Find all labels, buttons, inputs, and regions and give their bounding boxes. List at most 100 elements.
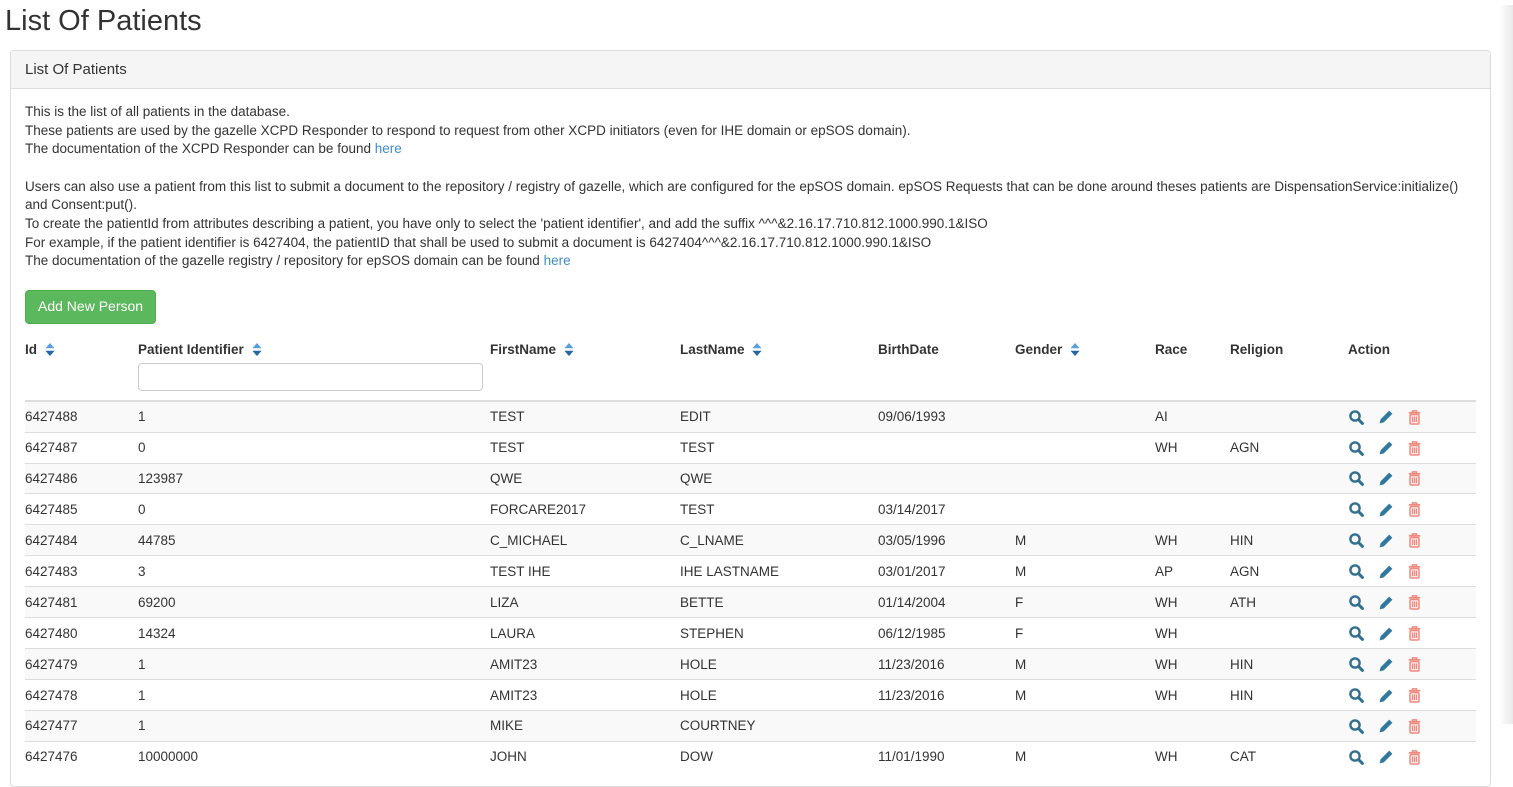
delete-patient-button[interactable] bbox=[1407, 718, 1422, 735]
table-row: 6427480 14324 LAURA STEPHEN 06/12/1985 F… bbox=[25, 618, 1476, 649]
cell-action bbox=[1348, 525, 1476, 556]
view-patient-button[interactable] bbox=[1348, 532, 1365, 549]
delete-patient-button[interactable] bbox=[1407, 656, 1422, 673]
cell-id: 6427485 bbox=[25, 494, 138, 525]
intro-line: Users can also use a patient from this l… bbox=[25, 179, 1458, 213]
patient-identifier-filter-input[interactable] bbox=[138, 363, 483, 391]
trash-icon bbox=[1407, 625, 1422, 642]
column-header-patient-identifier[interactable]: Patient Identifier bbox=[138, 338, 490, 361]
cell-patient-identifier: 69200 bbox=[138, 587, 490, 618]
delete-patient-button[interactable] bbox=[1407, 625, 1422, 642]
magnifier-icon bbox=[1348, 409, 1365, 426]
cell-gender bbox=[1015, 401, 1155, 432]
delete-patient-button[interactable] bbox=[1407, 501, 1422, 518]
cell-gender: F bbox=[1015, 587, 1155, 618]
cell-race: AP bbox=[1155, 556, 1230, 587]
cell-gender: M bbox=[1015, 556, 1155, 587]
cell-id: 6427480 bbox=[25, 618, 138, 649]
delete-patient-button[interactable] bbox=[1407, 409, 1422, 426]
view-patient-button[interactable] bbox=[1348, 656, 1365, 673]
cell-first-name: AMIT23 bbox=[490, 680, 680, 711]
cell-patient-identifier: 44785 bbox=[138, 525, 490, 556]
edit-patient-button[interactable] bbox=[1378, 688, 1394, 704]
view-patient-button[interactable] bbox=[1348, 749, 1365, 766]
magnifier-icon bbox=[1348, 501, 1365, 518]
edit-patient-button[interactable] bbox=[1378, 718, 1394, 734]
delete-patient-button[interactable] bbox=[1407, 687, 1422, 704]
magnifier-icon bbox=[1348, 656, 1365, 673]
pencil-icon bbox=[1378, 688, 1394, 704]
table-row: 6427479 1 AMIT23 HOLE 11/23/2016 M WH HI… bbox=[25, 649, 1476, 680]
cell-id: 6427488 bbox=[25, 401, 138, 432]
cell-first-name: C_MICHAEL bbox=[490, 525, 680, 556]
trash-icon bbox=[1407, 470, 1422, 487]
view-patient-button[interactable] bbox=[1348, 470, 1365, 487]
cell-race: WH bbox=[1155, 680, 1230, 711]
edit-patient-button[interactable] bbox=[1378, 657, 1394, 673]
cell-gender: M bbox=[1015, 649, 1155, 680]
edit-patient-button[interactable] bbox=[1378, 471, 1394, 487]
xcpd-doc-link[interactable]: here bbox=[375, 141, 402, 156]
cell-action bbox=[1348, 649, 1476, 680]
view-patient-button[interactable] bbox=[1348, 563, 1365, 580]
delete-patient-button[interactable] bbox=[1407, 440, 1422, 457]
cell-gender: F bbox=[1015, 618, 1155, 649]
column-header-firstname[interactable]: FirstName bbox=[490, 338, 680, 361]
cell-religion bbox=[1230, 494, 1348, 525]
view-patient-button[interactable] bbox=[1348, 409, 1365, 426]
edit-patient-button[interactable] bbox=[1378, 564, 1394, 580]
pencil-icon bbox=[1378, 440, 1394, 456]
cell-patient-identifier: 14324 bbox=[138, 618, 490, 649]
trash-icon bbox=[1407, 656, 1422, 673]
delete-patient-button[interactable] bbox=[1407, 594, 1422, 611]
column-header-lastname[interactable]: LastName bbox=[680, 338, 878, 361]
view-patient-button[interactable] bbox=[1348, 440, 1365, 457]
column-header-id[interactable]: Id bbox=[25, 338, 138, 361]
cell-patient-identifier: 3 bbox=[138, 556, 490, 587]
cell-birth-date: 11/23/2016 bbox=[878, 649, 1015, 680]
edit-patient-button[interactable] bbox=[1378, 440, 1394, 456]
cell-id: 6427476 bbox=[25, 741, 138, 771]
delete-patient-button[interactable] bbox=[1407, 470, 1422, 487]
add-new-person-button[interactable]: Add New Person bbox=[25, 290, 156, 324]
cell-birth-date: 03/14/2017 bbox=[878, 494, 1015, 525]
delete-patient-button[interactable] bbox=[1407, 532, 1422, 549]
cell-race bbox=[1155, 711, 1230, 742]
column-header-gender[interactable]: Gender bbox=[1015, 338, 1155, 361]
edit-patient-button[interactable] bbox=[1378, 409, 1394, 425]
table-row: 6427476 10000000 JOHN DOW 11/01/1990 M W… bbox=[25, 741, 1476, 771]
cell-race: WH bbox=[1155, 618, 1230, 649]
intro-line: To create the patientId from attributes … bbox=[25, 216, 988, 231]
cell-last-name: QWE bbox=[680, 463, 878, 494]
magnifier-icon bbox=[1348, 718, 1365, 735]
edit-patient-button[interactable] bbox=[1378, 533, 1394, 549]
view-patient-button[interactable] bbox=[1348, 718, 1365, 735]
edit-patient-button[interactable] bbox=[1378, 749, 1394, 765]
registry-doc-link[interactable]: here bbox=[544, 253, 571, 268]
cell-race: WH bbox=[1155, 525, 1230, 556]
view-patient-button[interactable] bbox=[1348, 687, 1365, 704]
cell-last-name: COURTNEY bbox=[680, 711, 878, 742]
cell-religion: HIN bbox=[1230, 649, 1348, 680]
cell-religion: AGN bbox=[1230, 556, 1348, 587]
cell-id: 6427477 bbox=[25, 711, 138, 742]
cell-religion bbox=[1230, 463, 1348, 494]
edit-patient-button[interactable] bbox=[1378, 502, 1394, 518]
delete-patient-button[interactable] bbox=[1407, 749, 1422, 766]
edit-patient-button[interactable] bbox=[1378, 595, 1394, 611]
view-patient-button[interactable] bbox=[1348, 501, 1365, 518]
cell-patient-identifier: 1 bbox=[138, 711, 490, 742]
intro-paragraph-1: This is the list of all patients in the … bbox=[25, 103, 1476, 159]
edit-patient-button[interactable] bbox=[1378, 626, 1394, 642]
cell-last-name: BETTE bbox=[680, 587, 878, 618]
cell-race: WH bbox=[1155, 741, 1230, 771]
intro-line: The documentation of the gazelle registr… bbox=[25, 253, 540, 268]
delete-patient-button[interactable] bbox=[1407, 563, 1422, 580]
cell-first-name: LAURA bbox=[490, 618, 680, 649]
cell-religion: HIN bbox=[1230, 680, 1348, 711]
view-patient-button[interactable] bbox=[1348, 594, 1365, 611]
pencil-icon bbox=[1378, 626, 1394, 642]
cell-birth-date bbox=[878, 463, 1015, 494]
intro-line: The documentation of the XCPD Responder … bbox=[25, 141, 371, 156]
view-patient-button[interactable] bbox=[1348, 625, 1365, 642]
